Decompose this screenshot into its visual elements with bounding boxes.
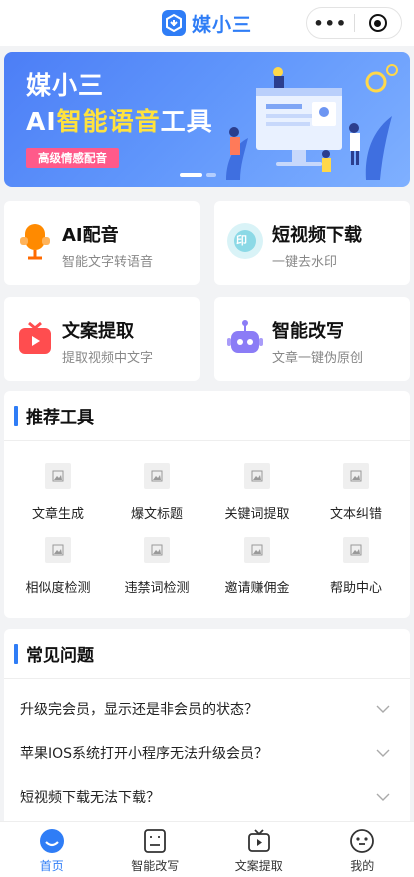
image-placeholder-icon [45, 537, 71, 563]
section-title: 推荐工具 [26, 408, 94, 428]
banner-illustration [226, 64, 398, 180]
feature-card-text-extract[interactable]: 文案提取 提取视频中文字 [4, 297, 200, 381]
image-placeholder-icon [343, 463, 369, 489]
bottom-tab-bar: 首页 智能改写 文案提取 我的 [0, 821, 414, 877]
watermark-badge: 印 [236, 234, 247, 247]
top-bar: 媒小三 ••• [0, 0, 414, 46]
image-placeholder-icon [244, 537, 270, 563]
section-title: 常见问题 [26, 646, 94, 666]
feature-title: 文案提取 [62, 321, 134, 342]
feature-card-ai-dubbing[interactable]: AI配音 智能文字转语音 [4, 201, 200, 285]
tool-item[interactable]: 爆文标题 [107, 463, 207, 525]
feature-title: 智能改写 [272, 321, 344, 342]
tool-item[interactable]: 帮助中心 [306, 537, 406, 599]
tool-label: 帮助中心 [329, 581, 382, 596]
logo-text: 媒小三 [191, 13, 252, 36]
tool-item[interactable]: 邀请赚佣金 [207, 537, 307, 599]
tab-label: 我的 [350, 859, 375, 873]
microphone-icon [20, 224, 50, 260]
tool-label: 文章生成 [31, 507, 84, 522]
image-placeholder-icon [144, 537, 170, 563]
chevron-down-icon [376, 705, 390, 713]
tab-home[interactable]: 首页 [0, 822, 104, 877]
tv-icon [247, 829, 270, 852]
feature-card-smart-rewrite[interactable]: 智能改写 文章一键伪原创 [214, 297, 410, 381]
image-placeholder-icon [244, 463, 270, 489]
tool-label: 相似度检测 [25, 581, 91, 596]
profile-face-icon [350, 829, 375, 853]
faq-item[interactable]: 苹果IOS系统打开小程序无法升级会员？ [4, 731, 410, 775]
tab-label: 文案提取 [234, 859, 283, 873]
tv-icon [19, 321, 51, 354]
image-placeholder-icon [144, 463, 170, 489]
document-icon [144, 829, 167, 853]
tab-label: 首页 [39, 859, 64, 873]
tool-label: 文本纠错 [329, 507, 382, 522]
recommended-tools-panel: 推荐工具 文章生成 爆文标题 关键词提取 文本纠错 相似度检测 违禁词检测 邀请… [4, 391, 410, 618]
logo-mark-icon [161, 10, 186, 36]
feature-subtitle: 文章一键伪原创 [272, 351, 364, 366]
banner-pagination [180, 173, 220, 177]
section-accent-bar [14, 405, 18, 426]
faq-question: 苹果IOS系统打开小程序无法升级会员？ [20, 746, 269, 762]
section-header: 推荐工具 [4, 391, 410, 441]
chevron-down-icon [376, 749, 390, 757]
feature-subtitle: 智能文字转语音 [62, 255, 154, 270]
tab-smart-rewrite[interactable]: 智能改写 [104, 822, 208, 877]
tool-item[interactable]: 文章生成 [8, 463, 108, 525]
promo-banner[interactable]: 媒小三 AI智能语音工具 高级情感配音 [4, 52, 410, 187]
image-placeholder-icon [343, 537, 369, 563]
tool-item[interactable]: 违禁词检测 [107, 537, 207, 599]
section-header: 常见问题 [4, 629, 410, 679]
more-menu-button[interactable]: ••• [307, 14, 354, 33]
tool-item[interactable]: 文本纠错 [306, 463, 406, 525]
faq-item[interactable]: 升级完会员，显示还是非会员的状态？ [4, 687, 410, 731]
tab-text-extract[interactable]: 文案提取 [207, 822, 311, 877]
banner-brand: 媒小三 [26, 71, 105, 100]
feature-subtitle: 提取视频中文字 [62, 351, 154, 366]
tool-label: 违禁词检测 [124, 581, 190, 596]
faq-item[interactable]: 短视频下载无法下载？ [4, 775, 410, 819]
tab-mine[interactable]: 我的 [311, 822, 414, 877]
image-placeholder-icon [45, 463, 71, 489]
home-icon [39, 829, 64, 853]
tool-item[interactable]: 相似度检测 [8, 537, 108, 599]
chevron-down-icon [376, 793, 390, 801]
close-miniprogram-button[interactable] [355, 14, 402, 32]
faq-panel: 常见问题 升级完会员，显示还是非会员的状态？ 苹果IOS系统打开小程序无法升级会… [4, 629, 410, 821]
tool-label: 邀请赚佣金 [224, 581, 290, 596]
banner-title: AI智能语音工具 [26, 107, 213, 136]
faq-question: 短视频下载无法下载？ [20, 790, 160, 806]
miniprogram-capsule: ••• [306, 7, 402, 39]
feature-title: AI配音 [62, 225, 119, 246]
tool-label: 关键词提取 [224, 507, 290, 522]
tool-label: 爆文标题 [130, 507, 183, 522]
robot-icon [227, 320, 263, 353]
feature-title: 短视频下载 [272, 225, 362, 246]
faq-question: 升级完会员，显示还是非会员的状态？ [20, 702, 258, 718]
tab-label: 智能改写 [131, 859, 180, 873]
section-accent-bar [14, 643, 18, 664]
feature-card-video-download[interactable]: 印 短视频下载 一键去水印 [214, 201, 410, 285]
target-icon [368, 14, 387, 32]
tool-item[interactable]: 关键词提取 [207, 463, 307, 525]
app-logo: 媒小三 [161, 10, 252, 37]
tools-grid: 文章生成 爆文标题 关键词提取 文本纠错 相似度检测 违禁词检测 邀请赚佣金 帮… [4, 441, 410, 617]
banner-tag: 高级情感配音 [26, 148, 119, 168]
feature-subtitle: 一键去水印 [272, 255, 338, 270]
